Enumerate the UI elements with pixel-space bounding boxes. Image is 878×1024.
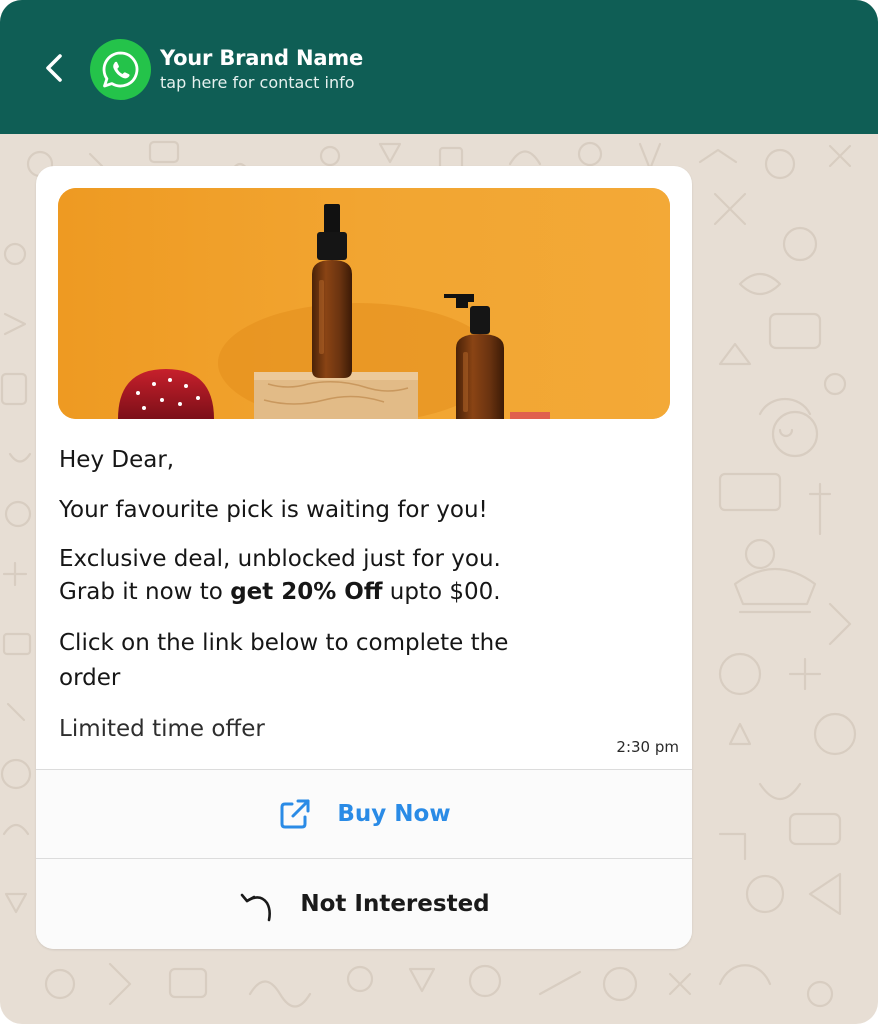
chevron-left-icon <box>46 54 62 82</box>
message-line-1: Your favourite pick is waiting for you! <box>59 497 488 523</box>
reply-arrow-icon <box>241 893 272 922</box>
whatsapp-logo-icon <box>102 51 139 88</box>
chat-header: Your Brand Name tap here for contact inf… <box>0 0 878 134</box>
message-greeting: Hey Dear, <box>59 447 175 473</box>
message-click-line-2: order <box>59 665 121 691</box>
brand-name: Your Brand Name <box>160 46 364 70</box>
back-button[interactable] <box>36 50 72 86</box>
message-click-line-1: Click on the link below to complete the <box>59 630 509 656</box>
external-link-icon <box>280 799 310 829</box>
message-footer: Limited time offer <box>59 716 265 742</box>
buy-now-button[interactable]: Buy Now <box>36 770 692 858</box>
message-timestamp: 2:30 pm <box>616 738 679 756</box>
message-deal-line-1: Exclusive deal, unblocked just for you. <box>59 546 501 572</box>
product-photo <box>58 188 670 419</box>
deal-prefix: Grab it now to <box>59 579 231 605</box>
message-deal-line-2: Grab it now to get 20% Off upto $00. <box>59 575 501 609</box>
deal-highlight: get 20% Off <box>230 579 383 605</box>
contact-info-subtitle: tap here for contact info <box>160 73 355 92</box>
chat-window: Your Brand Name tap here for contact inf… <box>0 0 878 1024</box>
avatar[interactable] <box>90 39 151 100</box>
message-bubble: Hey Dear, Your favourite pick is waiting… <box>36 166 692 949</box>
buy-now-label: Buy Now <box>337 801 451 827</box>
product-image[interactable] <box>58 188 670 419</box>
deal-suffix: upto $00. <box>382 579 501 605</box>
not-interested-label: Not Interested <box>300 891 490 917</box>
not-interested-button[interactable]: Not Interested <box>36 859 692 949</box>
